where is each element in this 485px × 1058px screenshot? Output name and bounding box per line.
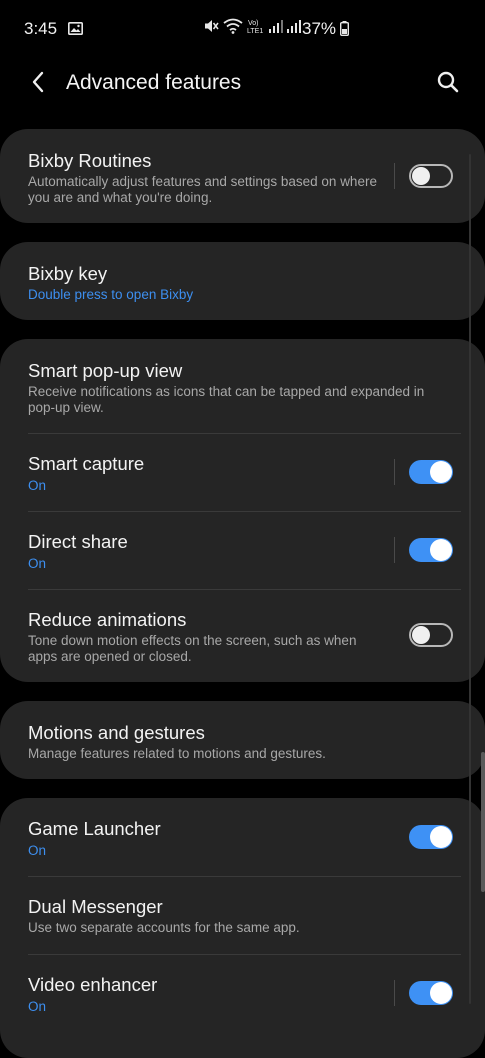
app-bar: Advanced features xyxy=(0,58,485,108)
battery-percent: 37% xyxy=(302,19,337,38)
reduce-animations-toggle[interactable] xyxy=(409,623,453,647)
toggle-knob xyxy=(412,167,430,185)
divider xyxy=(394,980,395,1006)
toggle-knob xyxy=(412,626,430,644)
toggle-knob xyxy=(430,461,452,483)
setting-title: Direct share xyxy=(28,531,128,552)
wifi-icon xyxy=(223,18,243,39)
setting-title: Bixby key xyxy=(28,263,108,284)
page-title: Advanced features xyxy=(66,71,242,94)
status-bar: 3:45 Vo) LTE1 37% xyxy=(0,0,485,58)
setting-direct-share[interactable]: Direct share On xyxy=(0,512,485,589)
card-bixby-routines: Bixby Routines Automatically adjust feat… xyxy=(0,129,485,223)
signal-icon xyxy=(269,19,283,38)
signal-icon xyxy=(287,19,301,38)
setting-description: Automatically adjust features and settin… xyxy=(28,174,377,205)
setting-title: Dual Messenger xyxy=(28,896,163,917)
setting-description: Receive notifications as icons that can … xyxy=(28,384,425,415)
back-button[interactable] xyxy=(24,70,52,98)
setting-reduce-animations[interactable]: Reduce animations Tone down motion effec… xyxy=(0,590,485,682)
direct-share-toggle[interactable] xyxy=(409,538,453,562)
battery-icon xyxy=(339,21,349,41)
mute-icon xyxy=(203,18,219,39)
setting-value: On xyxy=(28,478,47,493)
toggle-knob xyxy=(430,826,452,848)
scrollbar-track[interactable] xyxy=(469,154,471,1004)
setting-description: Use two separate accounts for the same a… xyxy=(28,920,300,935)
toggle-knob xyxy=(430,539,452,561)
smart-capture-toggle[interactable] xyxy=(409,460,453,484)
setting-title: Game Launcher xyxy=(28,818,161,839)
setting-title: Video enhancer xyxy=(28,974,158,995)
setting-smart-popup-view[interactable]: Smart pop-up view Receive notifications … xyxy=(0,339,485,433)
divider xyxy=(394,537,395,563)
back-arrow-icon xyxy=(31,71,45,98)
setting-game-launcher[interactable]: Game Launcher On xyxy=(0,798,485,876)
setting-value: On xyxy=(28,843,47,858)
edge-panel-handle[interactable] xyxy=(481,752,485,892)
card-bixby-key: Bixby key Double press to open Bixby xyxy=(0,242,485,320)
setting-title: Motions and gestures xyxy=(28,722,205,743)
setting-value: Double press to open Bixby xyxy=(28,287,194,302)
search-icon xyxy=(437,71,459,98)
setting-video-enhancer[interactable]: Video enhancer On xyxy=(0,955,485,1033)
setting-title: Smart capture xyxy=(28,453,145,474)
setting-description: Manage features related to motions and g… xyxy=(28,746,326,761)
card-apps-features: Game Launcher On Dual Messenger Use two … xyxy=(0,798,485,1058)
setting-smart-capture[interactable]: Smart capture On xyxy=(0,434,485,511)
setting-bixby-key[interactable]: Bixby key Double press to open Bixby xyxy=(0,242,485,320)
image-icon xyxy=(68,22,83,40)
bixby-routines-toggle[interactable] xyxy=(409,164,453,188)
video-enhancer-toggle[interactable] xyxy=(409,981,453,1005)
divider xyxy=(394,163,395,189)
setting-motions-gestures[interactable]: Motions and gestures Manage features rel… xyxy=(0,701,485,779)
toggle-knob xyxy=(430,982,452,1004)
status-time: 3:45 xyxy=(24,19,58,38)
card-motions-gestures: Motions and gestures Manage features rel… xyxy=(0,701,485,779)
status-icons: Vo) LTE1 xyxy=(203,18,301,39)
volte-icon: Vo) LTE1 xyxy=(247,18,265,39)
setting-value: On xyxy=(28,999,47,1014)
setting-description: Tone down motion effects on the screen, … xyxy=(28,633,357,664)
setting-value: On xyxy=(28,556,47,571)
game-launcher-toggle[interactable] xyxy=(409,825,453,849)
svg-text:Vo): Vo) xyxy=(248,20,259,27)
divider xyxy=(394,459,395,485)
card-smart-features: Smart pop-up view Receive notifications … xyxy=(0,339,485,682)
svg-text:LTE1: LTE1 xyxy=(247,28,263,34)
setting-bixby-routines[interactable]: Bixby Routines Automatically adjust feat… xyxy=(0,129,485,223)
setting-title: Smart pop-up view xyxy=(28,360,183,381)
setting-dual-messenger[interactable]: Dual Messenger Use two separate accounts… xyxy=(0,877,485,954)
search-button[interactable] xyxy=(434,70,462,98)
setting-title: Bixby Routines xyxy=(28,150,152,171)
setting-title: Reduce animations xyxy=(28,609,187,630)
